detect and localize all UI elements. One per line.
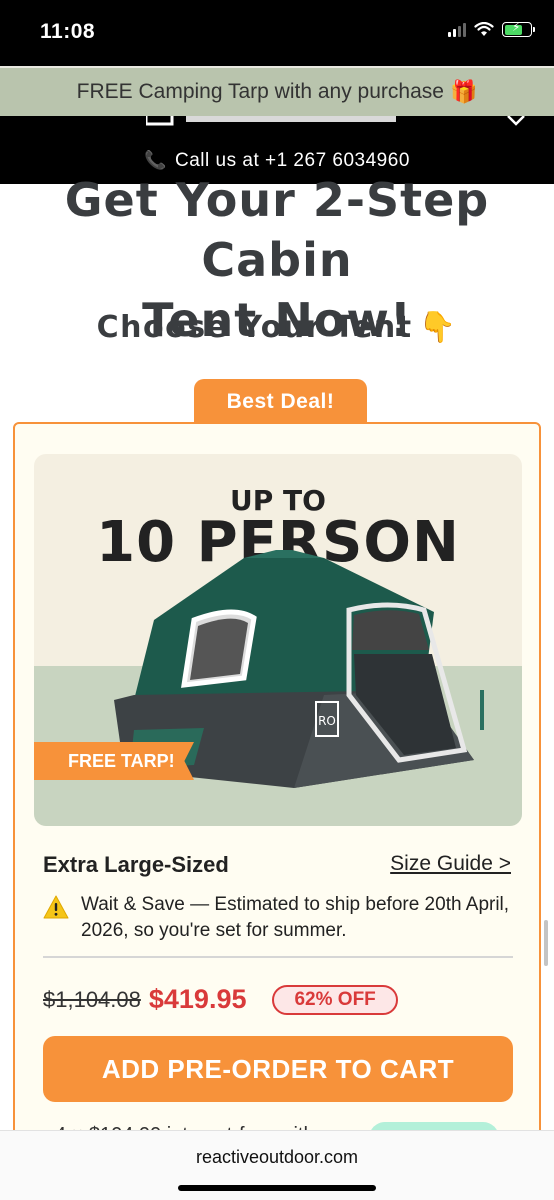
home-indicator[interactable] <box>178 1185 376 1191</box>
free-tarp-label: FREE TARP! <box>34 742 194 780</box>
ship-notice: Wait & Save — Estimated to ship before 2… <box>43 892 513 944</box>
svg-text:RO: RO <box>318 714 336 728</box>
status-bar: 11:08 ⚡ <box>0 0 554 66</box>
add-pre-order-to-cart-button[interactable]: ADD PRE-ORDER TO CART <box>43 1036 513 1102</box>
product-name: Extra Large-Sized <box>43 852 229 877</box>
call-us-link[interactable]: 📞 Call us at +1 267 6034960 <box>0 150 554 172</box>
browser-address-bar[interactable]: reactiveoutdoor.com <box>0 1130 554 1200</box>
ship-notice-text: Wait & Save — Estimated to ship before 2… <box>81 894 510 941</box>
discount-badge: 62% OFF <box>272 984 398 1015</box>
wifi-icon <box>474 22 494 36</box>
original-price: $1,104.08 <box>43 986 141 1012</box>
promo-banner[interactable]: FREE Camping Tarp with any purchase 🎁 <box>0 66 554 116</box>
scrollbar[interactable] <box>544 920 548 966</box>
phone-icon: 📞 <box>144 150 168 170</box>
choose-tent-text: Choose Your Tent <box>96 310 413 345</box>
size-guide-link[interactable]: Size Guide > <box>390 852 511 876</box>
status-time: 11:08 <box>40 20 96 43</box>
cellular-signal-icon <box>448 22 466 37</box>
price-row: $1,104.08 $419.95 62% OFF <box>43 984 398 1015</box>
call-us-text: Call us at +1 267 6034960 <box>175 150 410 171</box>
brand-logo-icon[interactable] <box>146 116 406 134</box>
warning-icon <box>43 895 69 919</box>
pointing-down-hand-icon: 👇 <box>418 310 458 345</box>
close-icon[interactable] <box>506 116 526 128</box>
page-title-line-1: Get Your 2-Step Cabin <box>64 173 490 287</box>
gift-icon: 🎁 <box>449 79 478 104</box>
promo-text: FREE Camping Tarp with any purchase <box>76 80 444 103</box>
product-image[interactable]: UP TO 10 PERSON RO FREE TARP! <box>34 454 522 826</box>
choose-tent-heading: Choose Your Tent 👇 <box>0 310 554 345</box>
url-text[interactable]: reactiveoutdoor.com <box>0 1147 554 1168</box>
status-icons: ⚡ <box>448 20 535 37</box>
divider <box>43 956 513 958</box>
best-deal-badge: Best Deal! <box>194 379 367 425</box>
product-card[interactable]: UP TO 10 PERSON RO FREE TARP! Extra Larg… <box>13 422 541 1200</box>
sale-price: $419.95 <box>148 984 247 1014</box>
battery-icon: ⚡ <box>502 20 535 37</box>
